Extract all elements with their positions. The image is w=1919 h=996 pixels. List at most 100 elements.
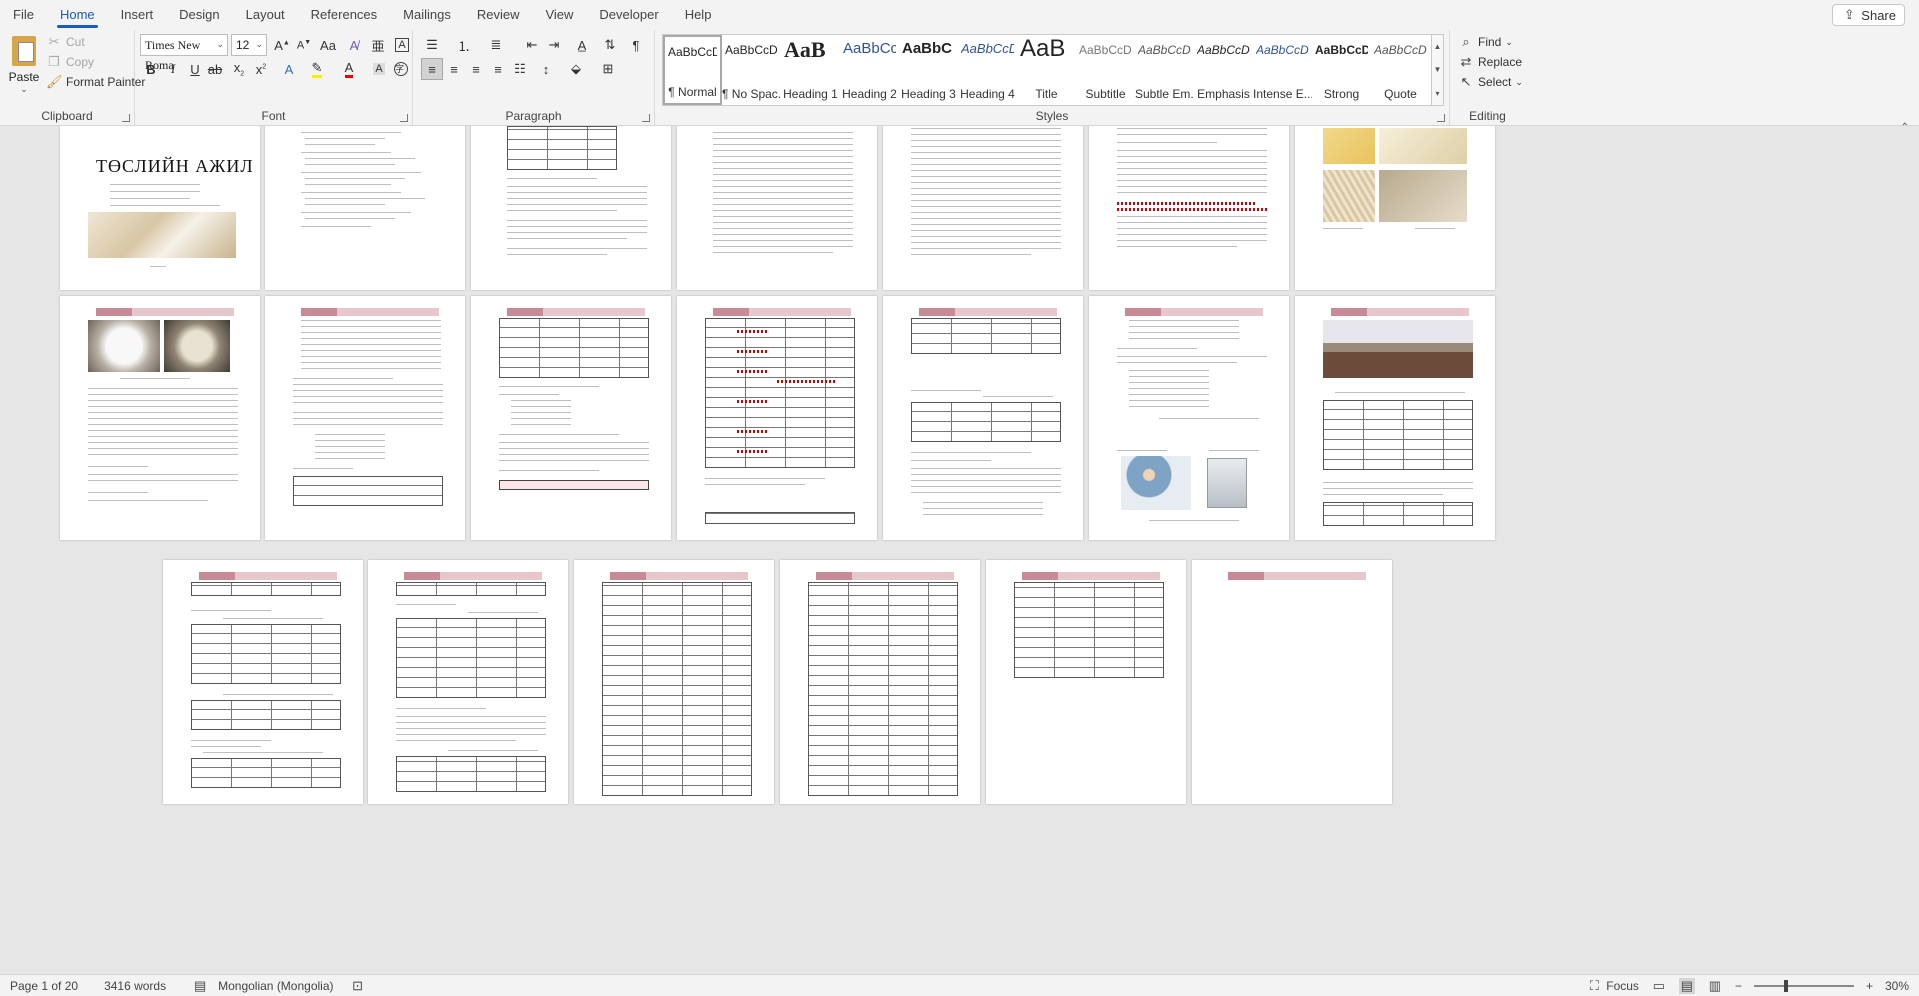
page-2[interactable] xyxy=(265,126,465,290)
page-10[interactable] xyxy=(471,296,671,540)
style-normal[interactable]: AaBbCcDc ¶ Normal xyxy=(663,35,722,105)
tab-developer[interactable]: Developer xyxy=(586,0,671,30)
macro-status[interactable]: ⊡ xyxy=(350,978,366,994)
font-color-button[interactable]: A xyxy=(338,58,360,80)
multilevel-list-button[interactable]: ≣ xyxy=(485,34,507,56)
line-spacing-button[interactable]: ↕ xyxy=(535,58,557,80)
shading-fill-button[interactable]: ⬙ xyxy=(565,58,587,80)
shading-button[interactable]: A xyxy=(368,58,390,80)
styles-launcher-icon[interactable] xyxy=(1437,114,1445,122)
page-11[interactable] xyxy=(677,296,877,540)
scroll-up-icon[interactable]: ▲ xyxy=(1434,42,1442,51)
tab-home[interactable]: Home xyxy=(47,0,108,30)
focus-button[interactable]: ⛶ Focus xyxy=(1586,978,1639,994)
increase-indent-button[interactable]: ⇥ xyxy=(543,34,565,56)
tab-design[interactable]: Design xyxy=(166,0,232,30)
paste-button[interactable]: Paste ⌄ xyxy=(6,34,42,98)
style-emphasis[interactable]: AaBbCcDc Emphasis xyxy=(1194,35,1253,105)
select-button[interactable]: ↖ Select ⌄ xyxy=(1458,74,1523,90)
page-1[interactable]: ТӨСЛИЙН АЖИЛ xyxy=(60,126,260,290)
tab-view[interactable]: View xyxy=(532,0,586,30)
zoom-out-icon[interactable]: − xyxy=(1735,979,1742,993)
copy-button[interactable]: ❐ Copy xyxy=(46,54,94,70)
style-strong[interactable]: AaBbCcDc Strong xyxy=(1312,35,1371,105)
replace-button[interactable]: ⇄ Replace xyxy=(1458,54,1522,70)
clipboard-launcher-icon[interactable] xyxy=(122,114,130,122)
page-19[interactable] xyxy=(986,560,1186,804)
style-quote[interactable]: AaBbCcDc Quote xyxy=(1371,35,1430,105)
share-button[interactable]: ⇪ Share xyxy=(1832,4,1905,26)
language-status[interactable]: Mongolian (Mongolia) xyxy=(218,979,333,993)
word-count[interactable]: 3416 words xyxy=(104,979,166,993)
cut-button[interactable]: ✂ Cut xyxy=(46,34,85,50)
style-heading-4[interactable]: AaBbCcD Heading 4 xyxy=(958,35,1017,105)
web-layout-icon[interactable]: ▥ xyxy=(1707,978,1723,994)
bold-button[interactable]: B xyxy=(140,58,162,80)
sort-button[interactable]: ⇅ xyxy=(599,34,621,56)
highlight-button[interactable]: ✎ xyxy=(306,58,328,80)
page-9[interactable] xyxy=(265,296,465,540)
read-mode-icon[interactable]: ▭ xyxy=(1651,978,1667,994)
grow-font-button[interactable]: A▲ xyxy=(271,34,293,56)
page-17[interactable] xyxy=(574,560,774,804)
tab-review[interactable]: Review xyxy=(464,0,533,30)
style-heading-3[interactable]: AaBbC Heading 3 xyxy=(899,35,958,105)
tab-layout[interactable]: Layout xyxy=(233,0,298,30)
style-heading-1[interactable]: AaB Heading 1 xyxy=(781,35,840,105)
character-border-button[interactable]: A xyxy=(391,34,413,56)
page-18[interactable] xyxy=(780,560,980,804)
style-subtitle[interactable]: AaBbCcDc Subtitle xyxy=(1076,35,1135,105)
font-name-combo[interactable]: Times New Roma ⌄ xyxy=(140,34,228,72)
distributed-button[interactable]: ☷ xyxy=(509,58,531,80)
zoom-level[interactable]: 30% xyxy=(1885,979,1909,993)
page-4[interactable] xyxy=(677,126,877,290)
find-button[interactable]: ⌕ Find ⌄ xyxy=(1458,34,1513,50)
change-case-button[interactable]: Aa xyxy=(317,34,339,56)
styles-gallery-scroll[interactable]: ▲ ▼ ▾ xyxy=(1432,34,1444,106)
proofing-status[interactable]: ▤ xyxy=(192,978,208,994)
tab-references[interactable]: References xyxy=(298,0,390,30)
shrink-font-button[interactable]: A▼ xyxy=(293,34,315,56)
italic-button[interactable]: I xyxy=(162,58,184,80)
page-8[interactable] xyxy=(60,296,260,540)
tab-help[interactable]: Help xyxy=(672,0,725,30)
font-size-combo[interactable]: 12 ⌄ xyxy=(231,34,267,56)
asian-layout-button[interactable]: A̲ xyxy=(571,34,593,56)
page-20[interactable] xyxy=(1192,560,1392,804)
page-14[interactable] xyxy=(1295,296,1495,540)
page-12[interactable] xyxy=(883,296,1083,540)
strikethrough-button[interactable]: ab xyxy=(204,58,226,80)
justify-button[interactable]: ≡ xyxy=(487,58,509,80)
zoom-slider-thumb[interactable] xyxy=(1783,980,1788,992)
show-marks-button[interactable]: ¶ xyxy=(625,34,647,56)
tab-insert[interactable]: Insert xyxy=(108,0,167,30)
borders-button[interactable]: ⊞ xyxy=(597,58,619,80)
style-subtle-emphasis[interactable]: AaBbCcDc Subtle Em... xyxy=(1135,35,1194,105)
align-left-button[interactable]: ≡ xyxy=(421,58,443,80)
clear-formatting-button[interactable]: A̸ xyxy=(343,34,365,56)
expand-gallery-icon[interactable]: ▾ xyxy=(1435,89,1439,98)
scroll-down-icon[interactable]: ▼ xyxy=(1434,65,1442,74)
align-right-button[interactable]: ≡ xyxy=(465,58,487,80)
page-count[interactable]: Page 1 of 20 xyxy=(10,979,78,993)
print-layout-icon[interactable]: ▤ xyxy=(1678,978,1695,994)
page-3[interactable] xyxy=(471,126,671,290)
page-15[interactable] xyxy=(163,560,363,804)
zoom-in-icon[interactable]: + xyxy=(1866,979,1873,993)
page-5[interactable] xyxy=(883,126,1083,290)
tab-mailings[interactable]: Mailings xyxy=(390,0,464,30)
text-effects-button[interactable]: A xyxy=(278,58,300,80)
page-7[interactable] xyxy=(1295,126,1495,290)
style-intense-emphasis[interactable]: AaBbCcDc Intense E... xyxy=(1253,35,1312,105)
style-no-spacing[interactable]: AaBbCcDc ¶ No Spac... xyxy=(722,35,781,105)
enclose-character-button[interactable]: 字 xyxy=(390,58,412,80)
numbering-button[interactable]: ⒈ xyxy=(453,34,475,56)
page-16[interactable] xyxy=(368,560,568,804)
phonetic-guide-button[interactable]: 亜 xyxy=(367,34,389,56)
zoom-slider[interactable] xyxy=(1753,980,1854,992)
style-title[interactable]: AaB Title xyxy=(1017,35,1076,105)
format-painter-button[interactable]: 🖌 Format Painter xyxy=(46,74,145,90)
tab-file[interactable]: File xyxy=(0,0,47,30)
bullets-button[interactable]: ☰ xyxy=(421,34,443,56)
style-heading-2[interactable]: AaBbCcl Heading 2 xyxy=(840,35,899,105)
